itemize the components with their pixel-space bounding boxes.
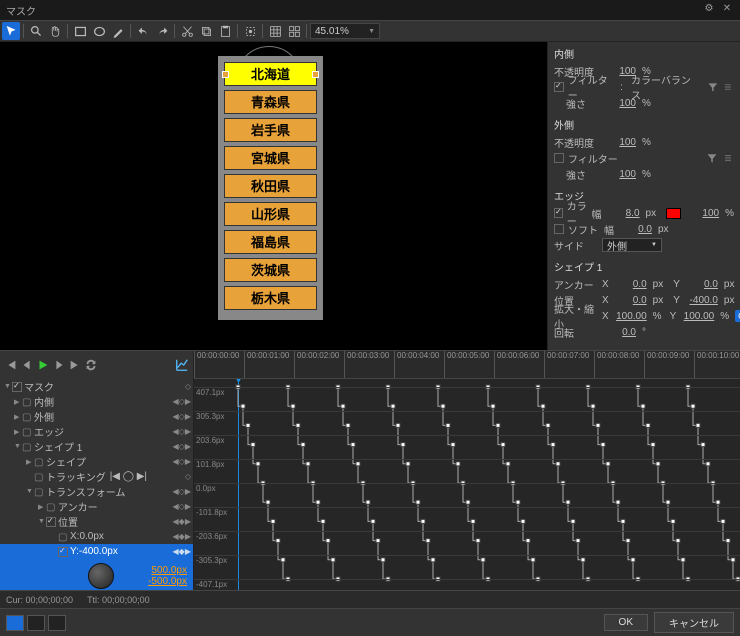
- titlebar: マスク ⚙ ✕: [0, 0, 740, 20]
- shape-section-title: シェイプ 1: [554, 259, 734, 274]
- edge-color-check[interactable]: [554, 208, 563, 218]
- filter-icon[interactable]: [706, 152, 718, 164]
- loop-icon[interactable]: [84, 358, 98, 372]
- view-tab-2[interactable]: [27, 615, 45, 631]
- playback-controls: [0, 351, 194, 379]
- inner-strength[interactable]: 100: [602, 98, 636, 109]
- graph-mode-icon[interactable]: [175, 358, 189, 372]
- cut-icon[interactable]: [178, 22, 196, 40]
- inner-filter-check[interactable]: [554, 82, 564, 92]
- zoom-tool[interactable]: [27, 22, 45, 40]
- status-bar: Cur: 00;00;00;00 Ttl: 00;00;00;00: [0, 590, 740, 608]
- hand-tool[interactable]: [46, 22, 64, 40]
- properties-panel: 内側 不透明度100% フィルター:カラーバランス 強さ100% 外側 不透明度…: [547, 42, 740, 350]
- grid-tool[interactable]: [266, 22, 284, 40]
- time-ruler[interactable]: 00:00:00:0000:00:01:0000:00:02:0000:00:0…: [194, 351, 740, 379]
- ellipse-tool[interactable]: [90, 22, 108, 40]
- window-close-icon[interactable]: ✕: [720, 3, 734, 17]
- goto-end-icon[interactable]: [68, 358, 82, 372]
- current-time: Cur: 00;00;00;00: [6, 595, 73, 605]
- scale-y[interactable]: 100.00: [680, 311, 714, 322]
- outer-filter-check[interactable]: [554, 153, 564, 163]
- grid2-tool[interactable]: [285, 22, 303, 40]
- settings-icon[interactable]: [722, 152, 734, 164]
- list-item[interactable]: 秋田県: [224, 174, 317, 198]
- window-settings-icon[interactable]: ⚙: [702, 3, 716, 17]
- pen-tool[interactable]: [109, 22, 127, 40]
- total-time: Ttl: 00;00;00;00: [87, 595, 150, 605]
- edge-soft-check[interactable]: [554, 224, 564, 234]
- edge-side-select[interactable]: 外側: [602, 238, 662, 252]
- view-tab-1[interactable]: [6, 615, 24, 631]
- list-item[interactable]: 青森県: [224, 90, 317, 114]
- pos-y[interactable]: -400.0: [684, 295, 718, 306]
- pos-x[interactable]: 0.0: [613, 295, 647, 306]
- redo-icon[interactable]: [153, 22, 171, 40]
- prev-frame-icon[interactable]: [20, 358, 34, 372]
- footer: OK キャンセル: [0, 608, 740, 636]
- outer-section-title: 外側: [554, 117, 734, 132]
- rotation[interactable]: 0.0: [602, 327, 636, 338]
- viewport[interactable]: 北海道 青森県 岩手県 宮城県 秋田県 山形県 福島県 茨城県 栃木県: [0, 42, 547, 350]
- inner-section-title: 内側: [554, 46, 734, 61]
- list-item[interactable]: 北海道: [224, 62, 317, 86]
- paste-icon[interactable]: [216, 22, 234, 40]
- copy-icon[interactable]: [197, 22, 215, 40]
- next-frame-icon[interactable]: [52, 358, 66, 372]
- play-icon[interactable]: [36, 358, 50, 372]
- zoom-select[interactable]: 45.01%: [310, 23, 380, 39]
- outer-strength[interactable]: 100: [602, 169, 636, 180]
- anchor-x[interactable]: 0.0: [613, 279, 647, 290]
- cancel-button[interactable]: キャンセル: [654, 612, 734, 633]
- content-card: 北海道 青森県 岩手県 宮城県 秋田県 山形県 福島県 茨城県 栃木県: [218, 56, 323, 320]
- undo-icon[interactable]: [134, 22, 152, 40]
- list-item[interactable]: 茨城県: [224, 258, 317, 282]
- edge-width[interactable]: 8.0: [606, 208, 640, 219]
- scale-x[interactable]: 100.00: [613, 311, 647, 322]
- anchor-y[interactable]: 0.0: [684, 279, 718, 290]
- selected-property-y[interactable]: Y:-400.0px◀◆▶: [0, 544, 193, 559]
- value-knob[interactable]: [88, 563, 114, 589]
- outer-opacity[interactable]: 100: [602, 137, 636, 148]
- app-title: マスク: [6, 3, 36, 18]
- pointer-tool[interactable]: [2, 22, 20, 40]
- list-item[interactable]: 宮城県: [224, 146, 317, 170]
- goto-start-icon[interactable]: [4, 358, 18, 372]
- graph-area[interactable]: 407.1px305.3px203.6px101.8px0.0px-101.8p…: [194, 379, 740, 590]
- timeline: 00:00:00:0000:00:01:0000:00:02:0000:00:0…: [0, 350, 740, 590]
- list-item[interactable]: 福島県: [224, 230, 317, 254]
- view-tab-3[interactable]: [48, 615, 66, 631]
- edge-soft-width[interactable]: 0.0: [618, 224, 652, 235]
- property-tree: ▼マスク◇ ▶▢内側◀◇▶ ▶▢外側◀◇▶ ▶▢エッジ◀◇▶ ▼▢シェイプ 1◀…: [0, 379, 194, 590]
- toolbar: 45.01%: [0, 20, 740, 42]
- list-item[interactable]: 山形県: [224, 202, 317, 226]
- settings-icon[interactable]: [722, 81, 734, 93]
- go-button[interactable]: GO: [735, 310, 740, 322]
- list-item[interactable]: 栃木県: [224, 286, 317, 310]
- edge-color-swatch[interactable]: [666, 208, 681, 219]
- list-item[interactable]: 岩手県: [224, 118, 317, 142]
- center-tool[interactable]: [241, 22, 259, 40]
- filter-icon[interactable]: [707, 81, 719, 93]
- rect-tool[interactable]: [71, 22, 89, 40]
- ok-button[interactable]: OK: [604, 614, 648, 631]
